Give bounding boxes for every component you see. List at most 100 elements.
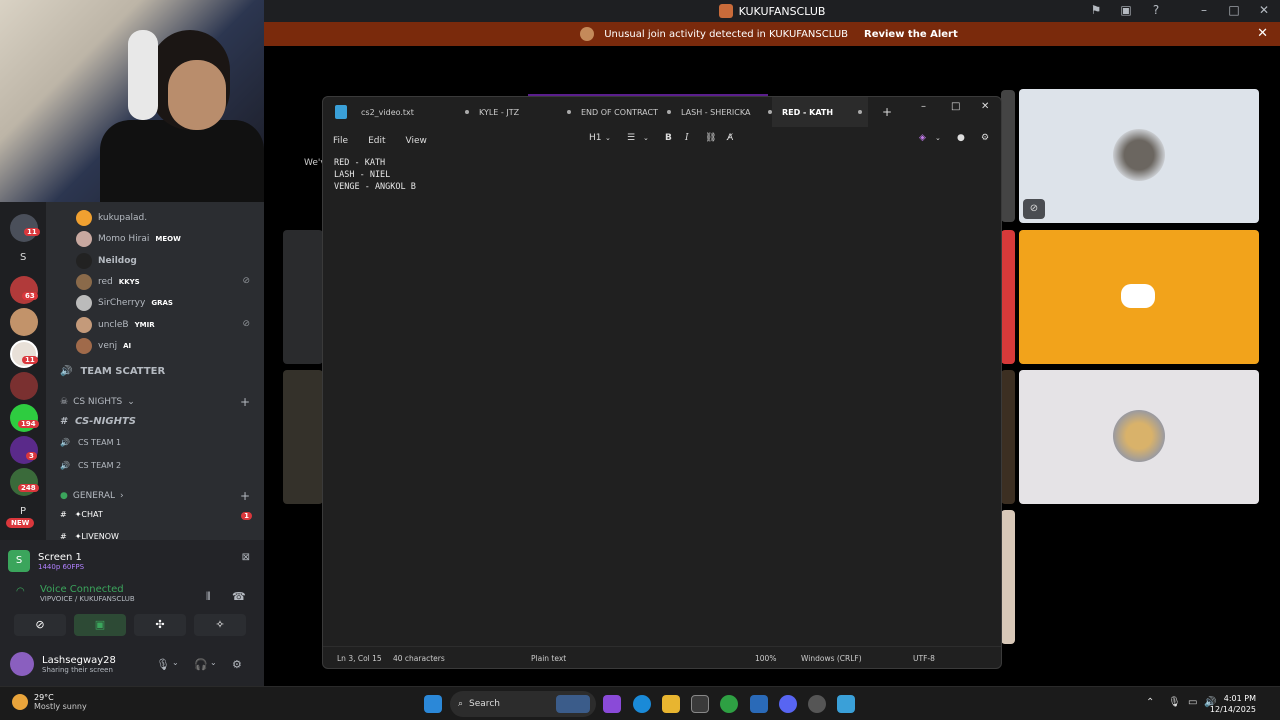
video-tile[interactable] — [1001, 230, 1015, 364]
soundboard-button[interactable]: ✧ — [194, 614, 246, 636]
steam-icon[interactable] — [808, 695, 826, 713]
screen-icon[interactable]: ▣ — [1118, 3, 1134, 17]
chevron-up-icon[interactable]: ⌃ — [1146, 697, 1154, 708]
screen-share-item[interactable]: S Screen 1 1440p 60FPS ⊠ — [8, 546, 256, 576]
maximize-icon[interactable]: □ — [1226, 3, 1242, 17]
chevron-down-icon[interactable]: ⌄ — [210, 658, 217, 667]
participant-tile[interactable] — [1019, 370, 1259, 504]
video-tile[interactable] — [1001, 90, 1015, 222]
mic-icon[interactable]: 🎙 — [1168, 697, 1181, 708]
bold-icon[interactable]: B — [665, 133, 672, 143]
camera-off-button[interactable]: ⊘ — [14, 614, 66, 636]
close-icon[interactable]: ✕ — [981, 101, 989, 112]
file-explorer-icon[interactable] — [662, 695, 680, 713]
heading-dropdown[interactable]: H1 — [589, 133, 602, 143]
tab-end-of-contract[interactable]: END OF CONTRACT — [571, 97, 671, 127]
edge-icon[interactable] — [633, 695, 651, 713]
review-alert-button[interactable]: Review the Alert — [858, 27, 964, 42]
settings-gear-icon[interactable]: ⚙ — [981, 133, 989, 143]
participant-tile[interactable]: ⊘ — [1019, 89, 1259, 223]
weather-widget[interactable]: 29°C Mostly sunny — [12, 693, 87, 711]
user-tag: KKYS — [118, 278, 140, 286]
account-icon[interactable]: ● — [957, 133, 965, 143]
video-tile[interactable] — [283, 370, 323, 504]
menu-view[interactable]: View — [396, 136, 437, 146]
video-tile[interactable] — [283, 230, 323, 364]
italic-icon[interactable]: I — [685, 133, 689, 143]
tab-kyle-jtz[interactable]: KYLE - JTZ — [469, 97, 571, 127]
chevron-down-icon[interactable]: ⌄ — [643, 134, 649, 142]
voice-user-name[interactable]: SirCherryy — [98, 298, 145, 308]
chevron-down-icon[interactable]: ⌄ — [172, 658, 179, 667]
line-endings[interactable]: Windows (CRLF) — [801, 654, 862, 663]
minimize-icon[interactable]: – — [921, 101, 926, 112]
voice-user-name[interactable]: Neildog — [98, 256, 137, 266]
video-tile[interactable] — [1001, 370, 1015, 504]
noise-suppression-icon[interactable]: ⫴ — [206, 590, 211, 604]
copilot-icon[interactable]: ◈ — [919, 133, 926, 143]
server-letter-p[interactable]: P — [20, 506, 26, 517]
video-tile[interactable] — [1001, 510, 1015, 644]
channel-chat[interactable]: # ✦CHAT — [60, 510, 103, 519]
clock[interactable]: 4:01 PM 12/14/2025 — [1210, 693, 1256, 715]
voice-user-name[interactable]: uncleB — [98, 320, 129, 330]
minimize-icon[interactable]: – — [1196, 3, 1212, 17]
channel-cs-team-1[interactable]: 🔊 CS TEAM 1 — [60, 438, 121, 447]
mic-icon[interactable]: 🎙 — [156, 658, 170, 671]
help-icon[interactable]: ? — [1148, 3, 1164, 17]
category-general[interactable]: ● GENERAL › — [60, 491, 124, 501]
text-editor[interactable]: RED - KATH LASH - NIEL VENGE - ANGKOL B — [334, 157, 416, 193]
discord-icon[interactable] — [779, 695, 797, 713]
voice-user-name[interactable]: venj — [98, 341, 117, 351]
link-icon[interactable]: ⛓ — [705, 133, 716, 143]
category-cs-nights[interactable]: ☠ CS NIGHTS ⌄ — [60, 397, 135, 407]
menu-edit[interactable]: Edit — [358, 136, 395, 146]
channel-team-scatter[interactable]: 🔊 TEAM SCATTER — [60, 366, 165, 377]
chrome-icon[interactable] — [720, 695, 738, 713]
participant-tile[interactable] — [1019, 230, 1259, 364]
server-icon[interactable] — [10, 372, 38, 400]
display-icon[interactable]: ▭ — [1188, 697, 1197, 708]
add-channel-icon[interactable]: + — [240, 489, 250, 503]
chevron-down-icon[interactable]: ⌄ — [935, 134, 941, 142]
maximize-icon[interactable]: □ — [951, 101, 960, 112]
encoding[interactable]: UTF-8 — [913, 654, 935, 663]
voice-user-name[interactable]: Momo Hirai — [98, 234, 149, 244]
voice-channel[interactable]: VIPVOICE / KUKUFANSCLUB — [16, 595, 135, 603]
format-indicator[interactable]: Plain text — [531, 654, 566, 663]
chevron-down-icon[interactable]: ⌄ — [605, 134, 611, 142]
copilot-icon[interactable] — [603, 695, 621, 713]
close-alert-icon[interactable]: ✕ — [1257, 26, 1268, 41]
store-icon[interactable] — [691, 695, 709, 713]
tab-cs2-video[interactable]: cs2_video.txt — [351, 97, 469, 127]
tab-red-kath[interactable]: RED - KATH — [772, 97, 868, 127]
channel-cs-nights[interactable]: # CS-NIGHTS — [60, 416, 136, 427]
clear-format-icon[interactable]: A̸ — [727, 133, 733, 143]
server-icon[interactable] — [10, 308, 38, 336]
user-info[interactable]: Lashsegway28 Sharing their screen 🎙 ⌄ 🎧 … — [10, 648, 258, 680]
close-icon[interactable]: ✕ — [1256, 3, 1272, 17]
disconnect-icon[interactable]: ☎ — [232, 590, 246, 603]
outlook-icon[interactable] — [750, 695, 768, 713]
notepad-icon[interactable] — [837, 695, 855, 713]
server-letter-s[interactable]: S — [20, 252, 26, 263]
screen-share-button[interactable]: ▣ — [74, 614, 126, 636]
list-icon[interactable]: ☰ — [627, 133, 635, 143]
search-box[interactable]: ⌕ Search — [450, 691, 596, 717]
zoom-level[interactable]: 100% — [755, 654, 776, 663]
channel-cs-team-2[interactable]: 🔊 CS TEAM 2 — [60, 461, 121, 470]
activities-button[interactable]: ✣ — [134, 614, 186, 636]
new-tab-icon[interactable]: + — [882, 105, 892, 119]
inbox-icon[interactable]: ⚑ — [1088, 3, 1104, 17]
stop-stream-icon[interactable]: ⊠ — [242, 552, 250, 563]
tab-lash-shericka[interactable]: LASH - SHERICKA — [671, 97, 772, 127]
menu-file[interactable]: File — [323, 136, 358, 146]
temperature: 29°C — [34, 693, 54, 702]
voice-user-name[interactable]: red — [98, 277, 113, 287]
add-channel-icon[interactable]: + — [240, 395, 250, 409]
settings-gear-icon[interactable]: ⚙ — [232, 658, 242, 671]
channel-livenow[interactable]: # ✦LIVENOW — [60, 532, 119, 540]
voice-user-name[interactable]: kukupalad. — [98, 213, 147, 223]
headphones-icon[interactable]: 🎧 — [194, 658, 208, 671]
start-button[interactable] — [424, 695, 442, 713]
